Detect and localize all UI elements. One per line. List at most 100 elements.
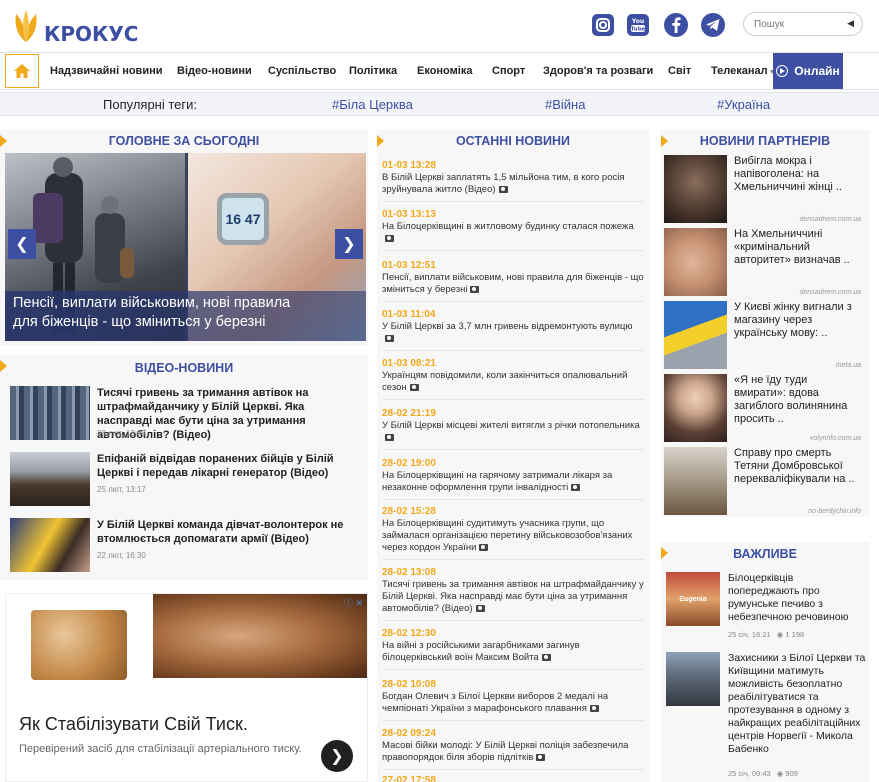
eye-icon: ◉ <box>776 769 784 778</box>
home-button[interactable] <box>5 54 39 88</box>
slider-prev-button[interactable]: ❮ <box>8 229 36 259</box>
partner-source: no-berdychiv.info <box>808 508 861 515</box>
camera-icon <box>498 185 508 193</box>
svg-text:Tube: Tube <box>631 27 646 33</box>
nav-item-economy[interactable]: Економіка <box>417 65 472 77</box>
news-item[interactable]: 28-02 10:08 Богдан Олевич з Білої Церкви… <box>382 678 644 721</box>
camera-icon <box>385 234 394 242</box>
telegram-icon <box>701 13 725 37</box>
eye-icon: ◉ <box>776 630 784 639</box>
camera-icon <box>541 653 551 661</box>
important-views: 909 <box>785 769 798 778</box>
news-item[interactable]: 01-03 08:21 Українцям повідомили, коли з… <box>382 357 644 400</box>
partner-thumb <box>664 155 727 223</box>
camera-icon <box>470 285 480 293</box>
latest-news-title: ОСТАННІ НОВИНИ <box>455 134 571 148</box>
news-time: 28-02 09:24 <box>382 728 436 739</box>
video-title: У Білій Церкві команда дівчат-волонтерок… <box>97 519 344 545</box>
partner-news-item[interactable]: У Києві жінку вигнали з магазину через у… <box>664 301 865 371</box>
camera-icon <box>571 483 581 491</box>
nav-item-health[interactable]: Здоров'я та розваги <box>543 65 653 77</box>
nav-item-tv[interactable]: Телеканал▼ <box>711 65 776 77</box>
news-item[interactable]: 28-02 21:19 У Білій Церкві місцеві жител… <box>382 407 644 450</box>
video-date: 25 лют, 13:17 <box>97 485 146 494</box>
news-item[interactable]: 01-03 12:51 Пенсії, виплати військовим, … <box>382 259 644 302</box>
news-item[interactable]: 28-02 15:28 На Білоцерківщині судитимуть… <box>382 505 644 560</box>
partner-news-item[interactable]: «Я не їду туди вмирати»: вдова загиблого… <box>664 374 865 444</box>
video-thumb-church <box>10 452 90 506</box>
news-item[interactable]: 28-02 09:24 Масові бійки молоді: У Білій… <box>382 727 644 770</box>
facebook-button[interactable] <box>663 12 689 38</box>
partner-news-item[interactable]: На Хмельниччині «кримінальний авторитет»… <box>664 228 865 298</box>
news-item[interactable]: 01-03 11:04 У Білій Церкві за 3,7 млн гр… <box>382 308 644 351</box>
ad-title: Як Стабілізувати Свій Тиск. <box>19 714 248 734</box>
news-item[interactable]: 27-02 17:58 <box>382 774 644 782</box>
thumb-label: Eugenia <box>679 595 707 603</box>
important-item[interactable]: Захисники з Білої Церкви та Київщини мат… <box>666 652 866 782</box>
tag-bila-tserkva[interactable]: #Біла Церква <box>332 97 413 112</box>
youtube-button[interactable]: You Tube <box>625 12 651 38</box>
video-news-item[interactable]: У Білій Церкві команда дівчат-волонтерок… <box>10 518 360 574</box>
partners-title: НОВИНИ ПАРТНЕРІВ <box>699 134 831 148</box>
slider-next-button[interactable]: ❯ <box>335 229 363 259</box>
ad-choices-icon[interactable]: ⓘ ✕ <box>344 596 363 609</box>
nav-item-sport[interactable]: Спорт <box>492 65 525 77</box>
advertisement[interactable]: ⓘ ✕ Як Стабілізувати Свій Тиск. Перевіре… <box>5 593 368 782</box>
partner-news-item[interactable]: Справу про смерть Тетяни Домбровської пе… <box>664 447 865 517</box>
video-title: Епіфаній відвідав поранених бійців у Біл… <box>97 453 334 479</box>
camera-icon <box>536 753 546 761</box>
partner-title: Вибігла мокра і напівоголена: на Хмельни… <box>734 155 842 193</box>
important-meta: 25 січ, 09:43 ◉ 909 <box>728 769 798 778</box>
partner-title: У Києві жінку вигнали з магазину через у… <box>734 301 852 339</box>
news-item[interactable]: 28-02 19:00 На Білоцерківщині на гарячом… <box>382 457 644 500</box>
nav-item-video[interactable]: Відео-новини <box>177 65 252 77</box>
popular-tags-label: Популярні теги: <box>103 97 198 112</box>
video-news-item[interactable]: Епіфаній відвідав поранених бійців у Біл… <box>10 452 360 508</box>
main-slider[interactable]: 16 47 Пенсії, виплати військовим, нові п… <box>5 153 366 341</box>
partner-title: На Хмельниччині «кримінальний авторитет»… <box>734 228 850 266</box>
video-thumb-volunteers <box>10 518 90 572</box>
instagram-icon <box>592 14 614 36</box>
video-date: 22 лют, 16:30 <box>97 551 146 560</box>
ad-arrow-button[interactable]: ❯ <box>321 740 353 772</box>
news-time: 28-02 13:08 <box>382 567 436 578</box>
tag-war[interactable]: #Війна <box>545 97 585 112</box>
partner-news-item[interactable]: Вибігла мокра і напівоголена: на Хмельни… <box>664 155 865 225</box>
news-text: Тисячі гривень за тримання автівок на шт… <box>382 579 644 614</box>
news-time: 01-03 13:13 <box>382 209 436 220</box>
news-item[interactable]: 28-02 12:30 На війні з російськими загар… <box>382 627 644 670</box>
nav-item-society[interactable]: Суспільство <box>268 65 336 77</box>
slide-caption[interactable]: Пенсії, виплати військовим, нові правила… <box>13 294 313 332</box>
nav-item-politics[interactable]: Політика <box>349 65 397 77</box>
news-text: На Білоцерківщині судитимуть учасника гр… <box>382 518 633 553</box>
partners-panel: НОВИНИ ПАРТНЕРІВ Вибігла мокра і напівог… <box>661 130 869 517</box>
important-item[interactable]: Eugenia Білоцерківців попереджають про р… <box>666 572 866 642</box>
camera-icon <box>385 334 394 342</box>
online-button[interactable]: Онлайн <box>773 53 843 89</box>
smartwatch-image: 16 47 <box>217 193 269 245</box>
main-today-title: ГОЛОВНЕ ЗА СЬОГОДНІ <box>108 134 260 148</box>
search-submit-icon[interactable]: ◀ <box>847 18 854 29</box>
ad-image-walnuts <box>31 610 127 680</box>
news-item[interactable]: 01-03 13:28 В Білій Церкві заплатять 1,5… <box>382 159 644 202</box>
ad-description: Перевірений засіб для стабілізації артер… <box>19 743 302 755</box>
search-input[interactable] <box>754 17 844 32</box>
news-time: 27-02 17:58 <box>382 775 436 782</box>
nav-item-emergency[interactable]: Надзвичайні новини <box>50 65 163 77</box>
main-nav: Надзвичайні новини Відео-новини Суспільс… <box>0 52 879 90</box>
camera-icon <box>589 704 599 712</box>
search-box[interactable]: ◀ <box>743 12 863 36</box>
telegram-button[interactable] <box>700 12 726 38</box>
nav-item-world[interactable]: Світ <box>668 65 691 77</box>
news-item[interactable]: 01-03 13:13 На Білоцерківщині в житловом… <box>382 208 644 251</box>
logo-text: КРОКУС <box>44 22 139 46</box>
site-logo[interactable]: КРОКУС <box>8 8 138 48</box>
important-title-text: Білоцерківців попереджають про румунське… <box>728 572 849 623</box>
instagram-button[interactable] <box>590 12 616 38</box>
news-time: 28-02 21:19 <box>382 408 436 419</box>
news-time: 28-02 19:00 <box>382 458 436 469</box>
video-news-item[interactable]: Тисячі гривень за тримання автівок на шт… <box>10 386 360 442</box>
tag-ukraine[interactable]: #Україна <box>717 97 770 112</box>
latest-news-panel: ОСТАННІ НОВИНИ 01-03 13:28 В Білій Церкв… <box>377 130 649 782</box>
news-item[interactable]: 28-02 13:08 Тисячі гривень за тримання а… <box>382 566 644 621</box>
